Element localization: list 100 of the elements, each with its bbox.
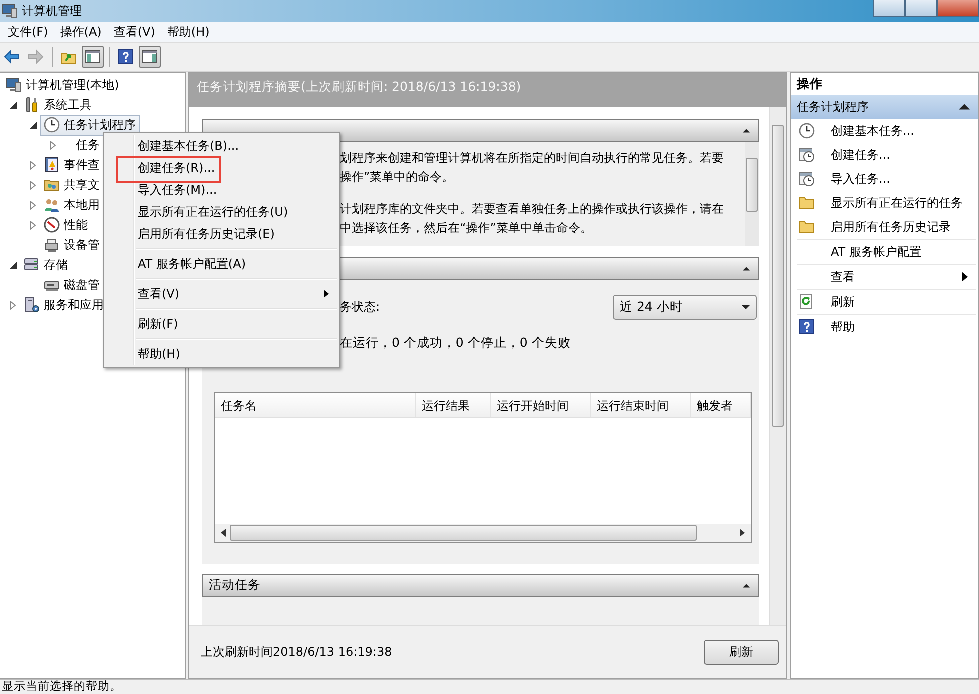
tree-item[interactable]: 设备管 xyxy=(40,234,104,256)
collapsed-arrow-icon[interactable] xyxy=(30,220,36,230)
section-title: 任务计划程序 xyxy=(797,98,869,116)
left-arrow-icon[interactable] xyxy=(221,529,226,537)
dropdown-arrow-icon xyxy=(742,304,750,310)
right-arrow-icon[interactable] xyxy=(740,529,745,537)
toolbar-button[interactable] xyxy=(82,46,104,68)
expanded-arrow-icon[interactable] xyxy=(10,262,16,268)
expanded-arrow-icon[interactable] xyxy=(10,102,16,108)
close-button[interactable] xyxy=(937,0,979,17)
section-header[interactable]: 任务计划程序 xyxy=(791,95,978,119)
paragraph: 划程序来创建和管理计算机将在所指定的时间自动执行的常见任务。若要 操作”菜单中的命令。 xyxy=(340,150,725,186)
status-summary: 在运行，0 个成功，0 个停止，0 个失败 xyxy=(339,335,572,352)
folder-icon xyxy=(799,195,815,211)
gauge-icon xyxy=(44,217,60,233)
column-header[interactable]: 运行结束时间 xyxy=(591,393,691,417)
column-header[interactable]: 运行开始时间 xyxy=(491,393,591,417)
expanded-arrow-icon[interactable] xyxy=(30,122,36,128)
refresh-icon xyxy=(799,294,815,310)
menu-item[interactable]: 创建基本任务(B)... xyxy=(106,135,337,157)
calendar-clock-icon xyxy=(799,171,815,187)
vertical-scrollbar[interactable] xyxy=(769,107,786,625)
minimize-button[interactable] xyxy=(873,0,905,17)
menu-item[interactable]: 显示所有正在运行的任务(U) xyxy=(106,201,337,223)
window-title: 计算机管理 xyxy=(22,2,82,20)
menu-item[interactable]: 帮助(H) xyxy=(161,22,216,42)
menu-item[interactable]: 操作(A) xyxy=(54,22,108,42)
scrollbar-thumb[interactable] xyxy=(772,125,784,427)
status-text: 显示当前选择的帮助。 xyxy=(0,679,979,694)
submenu-arrow-icon xyxy=(324,290,329,298)
horizontal-scrollbar[interactable] xyxy=(215,524,751,542)
section-header[interactable]: 活动任务 xyxy=(202,574,759,597)
collapse-arrow-icon[interactable] xyxy=(743,128,750,132)
action-item[interactable]: 帮助 xyxy=(791,315,978,339)
tree-item[interactable]: 共享文 xyxy=(40,174,104,196)
menu-item[interactable]: 查看(V) xyxy=(108,22,162,42)
action-item[interactable]: 导入任务... xyxy=(791,167,978,191)
scrollbar-thumb[interactable] xyxy=(230,525,697,541)
tree-item[interactable]: 性能 xyxy=(40,214,92,236)
action-item[interactable]: 查看 xyxy=(791,265,978,289)
tools-icon xyxy=(24,97,40,113)
submenu-arrow-icon xyxy=(962,272,968,282)
tree-item[interactable]: 任务计划程序 xyxy=(40,114,140,136)
column-header[interactable]: 运行结果 xyxy=(416,393,491,417)
menu-item[interactable]: 刷新(F) xyxy=(106,313,337,335)
menu-item[interactable]: AT 服务帐户配置(A) xyxy=(106,253,337,275)
period-dropdown[interactable]: 近 24 小时 xyxy=(613,294,757,320)
action-pane-icon xyxy=(142,49,158,65)
scrollbar-thumb[interactable] xyxy=(746,158,758,212)
collapse-arrow-icon[interactable] xyxy=(743,584,750,588)
tree-item[interactable]: 任务 xyxy=(60,134,104,156)
menu-item[interactable]: 查看(V) xyxy=(106,283,337,305)
menu-item[interactable]: 导入任务(M)... xyxy=(106,179,337,201)
action-item[interactable]: 显示所有正在运行的任务 xyxy=(791,191,978,215)
menu-item[interactable]: 启用所有任务历史记录(E) xyxy=(106,223,337,245)
clock-icon xyxy=(44,117,60,133)
computer-icon xyxy=(2,3,18,19)
tree-item[interactable]: 系统工具 xyxy=(20,94,96,116)
action-item[interactable]: 创建基本任务... xyxy=(791,119,978,143)
summary-header: 任务计划程序摘要(上次刷新时间: 2018/6/13 16:19:38) xyxy=(189,73,786,107)
menu-item[interactable]: 文件(F) xyxy=(2,22,54,42)
paragraph: 计划程序库的文件夹中。若要查看单独任务上的操作或执行该操作，请在 中选择该任务，然后在“操作”菜单中单击命令。 xyxy=(340,201,725,237)
action-item[interactable]: 创建任务... xyxy=(791,143,978,167)
column-header[interactable]: 触发者 xyxy=(691,393,751,417)
collapsed-arrow-icon[interactable] xyxy=(10,300,16,310)
collapse-arrow-icon[interactable] xyxy=(959,103,970,111)
tree-item[interactable]: 计算机管理(本地) xyxy=(2,74,124,96)
action-item[interactable]: AT 服务帐户配置 xyxy=(791,240,978,264)
folder-icon xyxy=(799,219,815,235)
back-arrow-icon xyxy=(4,49,20,65)
vertical-scrollbar[interactable] xyxy=(745,142,759,246)
clock-icon xyxy=(799,123,815,139)
menu-item[interactable]: 帮助(H) xyxy=(106,343,337,365)
action-item[interactable]: 启用所有任务历史记录 xyxy=(791,215,978,239)
pane-title: 操作 xyxy=(796,74,824,92)
status-label: 务状态: xyxy=(340,298,380,316)
tree-item[interactable]: 事件查 xyxy=(40,154,104,176)
storage-icon xyxy=(24,257,40,273)
menu-item[interactable]: 创建任务(R)... xyxy=(106,157,337,179)
tree-item[interactable]: 存储 xyxy=(20,254,72,276)
column-header[interactable]: 任务名 xyxy=(215,393,416,417)
action-item[interactable]: 刷新 xyxy=(791,290,978,314)
tree-item[interactable]: 本地用 xyxy=(40,194,104,216)
help-icon xyxy=(799,319,815,335)
collapsed-arrow-icon[interactable] xyxy=(50,140,56,150)
collapsed-arrow-icon[interactable] xyxy=(30,160,36,170)
forward-arrow-icon xyxy=(28,49,44,65)
tree-item[interactable]: 磁盘管 xyxy=(40,274,104,296)
server-icon xyxy=(24,297,40,313)
collapse-arrow-icon[interactable] xyxy=(743,266,750,270)
collapsed-arrow-icon[interactable] xyxy=(30,200,36,210)
refresh-button[interactable]: 刷新 xyxy=(704,640,779,664)
device-icon xyxy=(44,237,60,253)
tree-item[interactable]: 服务和应用 xyxy=(20,294,108,316)
computer-icon xyxy=(6,77,22,93)
section-title: 活动任务 xyxy=(209,577,261,594)
toolbar-button[interactable] xyxy=(139,46,161,68)
maximize-button[interactable] xyxy=(905,0,937,17)
collapsed-arrow-icon[interactable] xyxy=(30,180,36,190)
tree-pane-icon xyxy=(85,49,101,65)
